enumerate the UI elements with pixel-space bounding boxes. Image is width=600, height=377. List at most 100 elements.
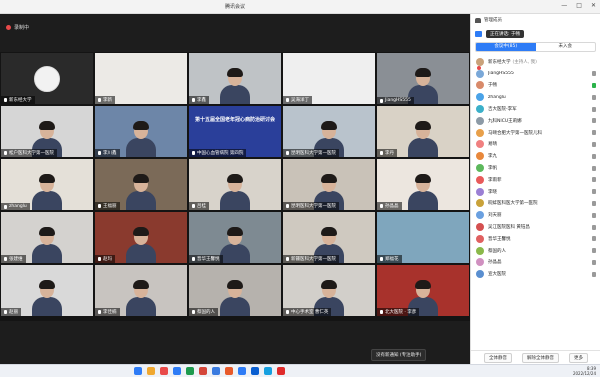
video-tile[interactable]: 昆明医科大学第一医院 <box>283 106 375 157</box>
mic-icon[interactable] <box>592 177 596 183</box>
member-row[interactable]: 李晓 <box>471 186 600 198</box>
mic-icon[interactable] <box>592 82 596 88</box>
mic-icon[interactable] <box>592 71 596 77</box>
video-tile[interactable]: 张建维 <box>1 212 93 263</box>
taskbar-app-icon[interactable] <box>147 367 155 375</box>
member-row[interactable]: 吉大医院-李军 <box>471 103 600 115</box>
taskbar-app-icon[interactable] <box>225 367 233 375</box>
participant-name: 北大医院 · 李彦 <box>385 310 417 315</box>
participant-video <box>408 174 438 210</box>
mic-icon <box>192 98 195 102</box>
taskbar-app-icon[interactable] <box>173 367 181 375</box>
tab-in-meeting[interactable]: 会议中(85) <box>476 43 536 51</box>
taskbar-app-icon[interactable] <box>199 367 207 375</box>
taskbar-app-icon[interactable] <box>238 367 246 375</box>
mic-icon[interactable] <box>592 259 596 265</box>
video-tile[interactable]: 李丹 <box>377 106 469 157</box>
mic-icon[interactable] <box>592 271 596 277</box>
more-button[interactable]: 更多 <box>569 352 588 363</box>
member-name-text: 李雨菲 <box>488 177 502 183</box>
video-tile[interactable]: 蔡国的人 <box>189 265 281 316</box>
mic-icon[interactable] <box>592 224 596 230</box>
taskbar-app-icon[interactable] <box>160 367 168 375</box>
video-tile[interactable]: 北大医院 · 李彦 <box>377 265 469 316</box>
taskbar-app-icon[interactable] <box>277 367 285 375</box>
video-tile[interactable]: JiangHS555 <box>377 53 469 104</box>
mic-icon[interactable] <box>592 118 596 124</box>
video-tile[interactable]: 赵丽 <box>1 265 93 316</box>
mic-icon[interactable] <box>592 106 596 112</box>
maximize-button[interactable]: □ <box>576 2 582 9</box>
member-name: 九科NICU王莉娜 <box>488 118 588 124</box>
member-row[interactable]: 九科NICU王莉娜 <box>471 115 600 127</box>
member-row[interactable]: zhanglu <box>471 91 600 103</box>
minimize-button[interactable]: — <box>561 2 567 9</box>
close-button[interactable]: ✕ <box>591 2 596 9</box>
member-row[interactable]: 晋华王馨悦 <box>471 233 600 245</box>
member-row[interactable]: 李九 <box>471 150 600 162</box>
window-titlebar: 腾讯会议 — □ ✕ <box>0 0 600 14</box>
video-tile[interactable]: 松户医科大学第一医院 <box>1 106 93 157</box>
video-tile[interactable]: 新疆医科大学第一医院 <box>283 212 375 263</box>
member-name: zhanglu <box>488 95 588 100</box>
member-row[interactable]: JiangHS555 <box>471 68 600 80</box>
mic-icon[interactable] <box>592 236 596 242</box>
tab-not-joined[interactable]: 未入会 <box>536 43 596 51</box>
video-tile[interactable]: 中心手术室 曹仁英 <box>283 265 375 316</box>
recording-indicator[interactable]: 录制中 <box>6 24 29 31</box>
video-tile[interactable]: 孙晶晶 <box>377 159 469 210</box>
video-tile[interactable]: 王福丽 <box>95 159 187 210</box>
video-tile[interactable]: 李新 <box>95 53 187 104</box>
video-tile[interactable]: 晋华王馨悦 <box>189 212 281 263</box>
mute-all-button[interactable]: 全体静音 <box>484 352 512 363</box>
mic-icon[interactable] <box>592 200 596 206</box>
unmute-all-button[interactable]: 解除全体静音 <box>522 352 559 363</box>
mic-icon[interactable] <box>592 165 596 171</box>
video-tile[interactable]: 昆明医科大学第一医院 <box>283 159 375 210</box>
video-tile[interactable]: 第十五届全国老年冠心病防治研讨会 中国心血管病院 第四院 <box>189 106 281 157</box>
avatar <box>476 69 484 78</box>
mic-icon <box>380 98 383 103</box>
member-row[interactable]: 孙晶晶 <box>471 257 600 269</box>
member-row[interactable]: 吴江医院医科 黄钰昌 <box>471 221 600 233</box>
mic-icon[interactable] <box>592 94 596 100</box>
mic-icon[interactable] <box>592 189 596 195</box>
member-row[interactable]: 蔡国的人 <box>471 245 600 257</box>
video-tile[interactable]: 郑福花 <box>377 212 469 263</box>
start-icon[interactable] <box>134 367 142 375</box>
mic-icon[interactable] <box>592 130 596 136</box>
mic-icon[interactable] <box>592 212 596 218</box>
member-row[interactable]: 马颐合肥大学第一医院儿科 <box>471 127 600 139</box>
video-tile[interactable]: 赵玛 <box>95 212 187 263</box>
people-icon <box>475 17 481 23</box>
member-row[interactable]: 李帆 <box>471 162 600 174</box>
mic-icon[interactable] <box>592 153 596 159</box>
member-row[interactable]: 易晴 <box>471 139 600 151</box>
mic-icon <box>4 204 7 209</box>
participant-name: 李川鑫 <box>103 151 117 156</box>
video-tile[interactable]: 李川鑫 <box>95 106 187 157</box>
video-tile[interactable]: 吴海洋丁 <box>283 53 375 104</box>
mic-icon[interactable] <box>592 248 596 254</box>
taskbar-app-icon[interactable] <box>212 367 220 375</box>
member-row[interactable]: 皖蚌医科医大学第一医院 <box>471 198 600 210</box>
member-row[interactable]: 宣大医院 <box>471 268 600 280</box>
mic-icon[interactable] <box>592 141 596 147</box>
taskbar-app-icon[interactable] <box>251 367 259 375</box>
video-tile[interactable]: 吕桂 <box>189 159 281 210</box>
avatar <box>476 105 484 114</box>
video-tile[interactable]: 李鑫 <box>189 53 281 104</box>
participant-video <box>32 227 62 263</box>
video-tile[interactable]: 李佳楠 <box>95 265 187 316</box>
video-tile[interactable]: zhanglu <box>1 159 93 210</box>
participant-video <box>32 174 62 210</box>
member-row[interactable]: 新东经大学 (主持人, 我) <box>471 56 600 70</box>
video-tile[interactable]: 新东经大学 <box>1 53 93 104</box>
member-row[interactable]: 于畅 <box>471 80 600 92</box>
member-row[interactable]: 李雨菲 <box>471 174 600 186</box>
taskbar-app-icon[interactable] <box>264 367 272 375</box>
recording-label: 录制中 <box>14 25 30 31</box>
member-row[interactable]: 刘天丽 <box>471 209 600 221</box>
taskbar-app-icon[interactable] <box>186 367 194 375</box>
mic-icon <box>98 151 101 155</box>
